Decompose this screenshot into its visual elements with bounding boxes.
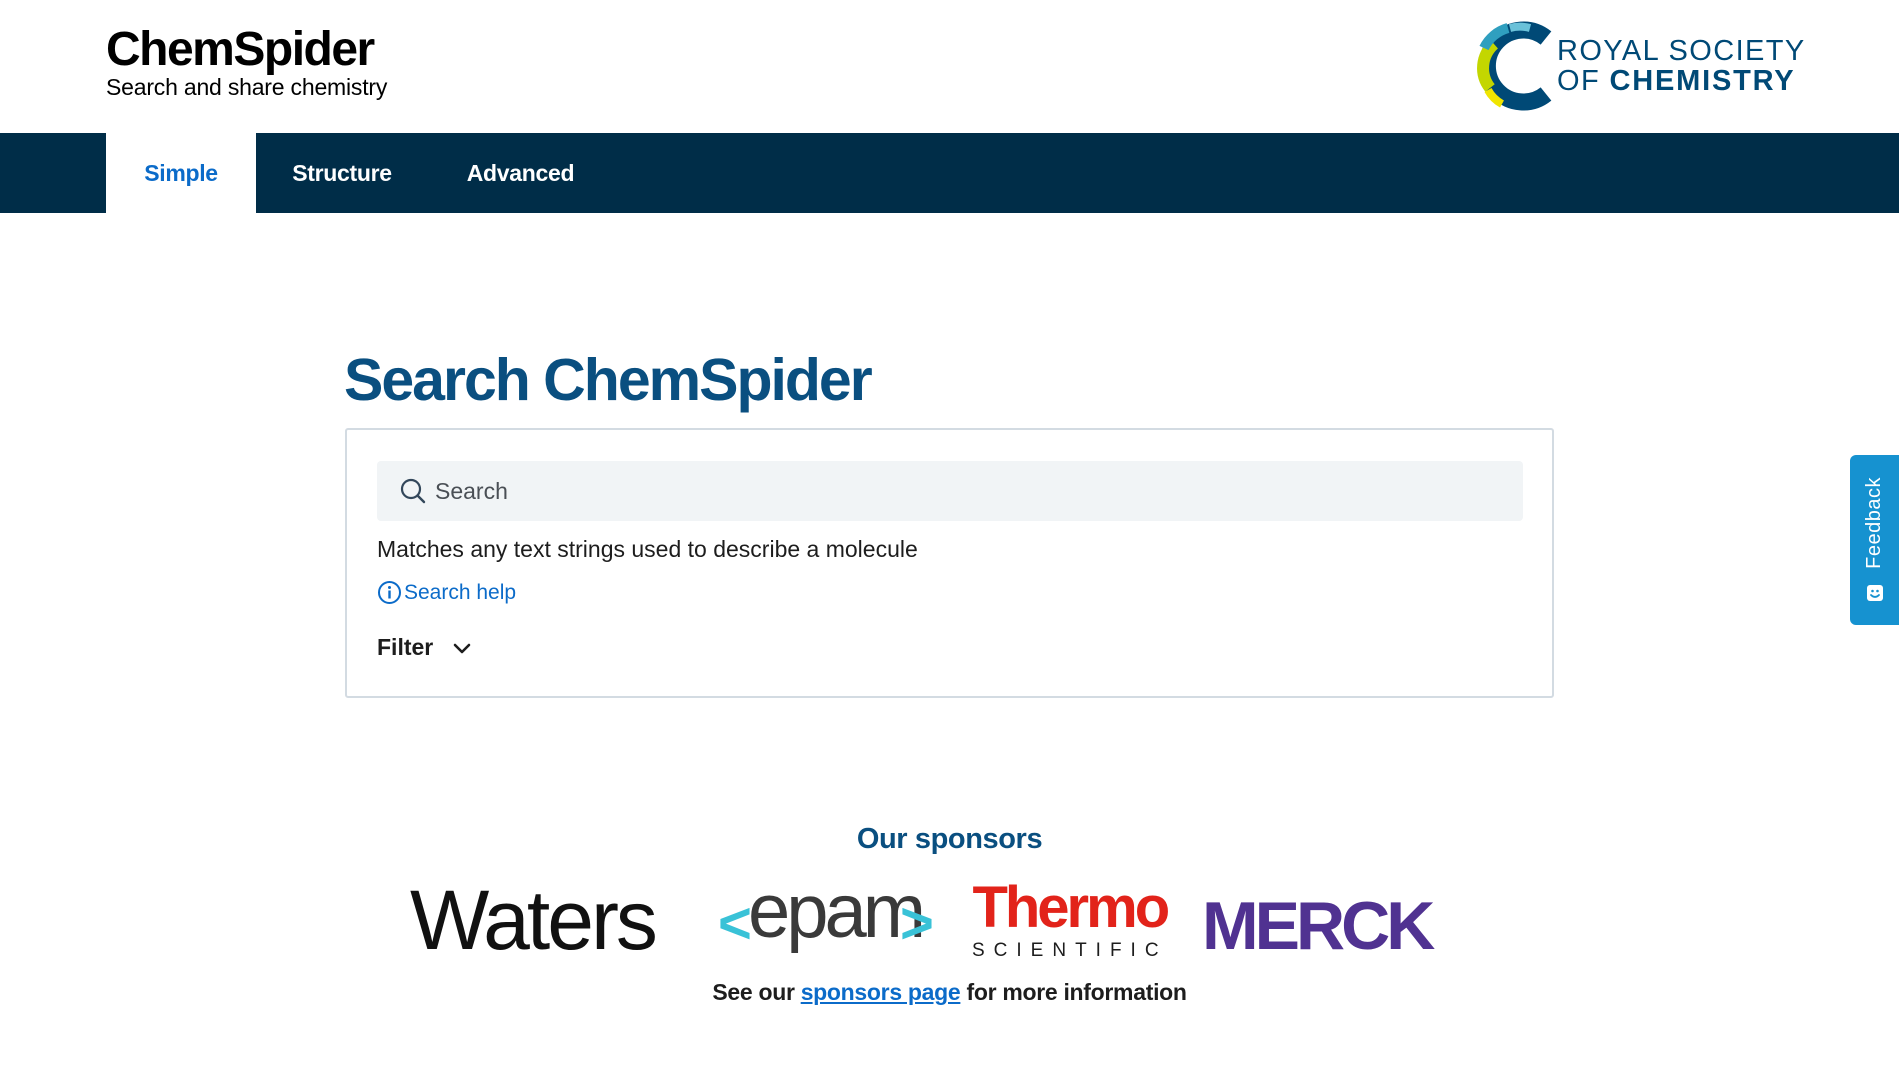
brand-tagline: Search and share chemistry (106, 74, 388, 100)
sponsor-waters-logo[interactable]: Waters (410, 870, 658, 970)
sponsors-info-suffix: for more information (960, 979, 1187, 1005)
search-icon (400, 478, 426, 504)
rsc-chemistry: CHEMISTRY (1609, 65, 1796, 97)
tab-structure[interactable]: Structure (256, 133, 428, 213)
chevron-down-icon (453, 643, 471, 653)
sponsors-page-link[interactable]: sponsors page (801, 979, 961, 1005)
feedback-label: Feedback (1863, 477, 1885, 569)
sponsor-thermo-logo[interactable]: Thermo SCIENTIFIC (972, 875, 1170, 962)
sponsor-merck-logo[interactable]: MERCK (1202, 888, 1435, 964)
tab-simple[interactable]: Simple (106, 133, 256, 213)
epam-left-bracket: < (718, 891, 752, 956)
info-icon (378, 581, 401, 604)
filter-label: Filter (377, 634, 434, 660)
rsc-logo-link[interactable]: ROYAL SOCIETY OF CHEMISTRY (1468, 18, 1804, 114)
epam-right-bracket: > (900, 891, 934, 956)
search-input[interactable] (435, 471, 1485, 511)
filter-toggle[interactable]: Filter (377, 634, 473, 661)
search-card: Matches any text strings used to describ… (345, 428, 1554, 698)
search-help-link[interactable]: Search help (377, 580, 516, 605)
rsc-wordmark: ROYAL SOCIETY OF CHEMISTRY (1557, 36, 1806, 96)
brand-title: ChemSpider (106, 23, 375, 76)
search-help-label: Search help (404, 580, 517, 604)
chemspider-logo-link[interactable]: ChemSpider Search and share chemistry (106, 23, 388, 101)
tab-advanced[interactable]: Advanced (428, 133, 613, 213)
sponsors-title: Our sponsors (856, 823, 1043, 855)
rsc-of: OF (1557, 65, 1610, 97)
sponsor-epam-logo[interactable]: < epam > (718, 869, 934, 964)
search-type-nav: Simple Structure Advanced (0, 133, 1899, 213)
rsc-line1: ROYAL SOCIETY (1557, 35, 1806, 67)
sponsors-info: See our sponsors page for more informati… (0, 979, 1899, 1006)
sponsors-info-prefix: See our (712, 979, 801, 1005)
epam-wordmark: epam (748, 869, 926, 954)
thermo-wordmark: Thermo (972, 875, 1170, 940)
page-title: Search ChemSpider (344, 347, 873, 413)
feedback-tab[interactable]: Feedback (1850, 455, 1899, 625)
feedback-icon (1866, 584, 1883, 601)
search-hint: Matches any text strings used to describ… (377, 536, 918, 562)
site-header: ChemSpider Search and share chemistry RO… (0, 0, 1899, 133)
thermo-subtitle: SCIENTIFIC (972, 940, 1168, 961)
search-box[interactable] (377, 461, 1523, 521)
rsc-logo-icon (1477, 21, 1552, 111)
